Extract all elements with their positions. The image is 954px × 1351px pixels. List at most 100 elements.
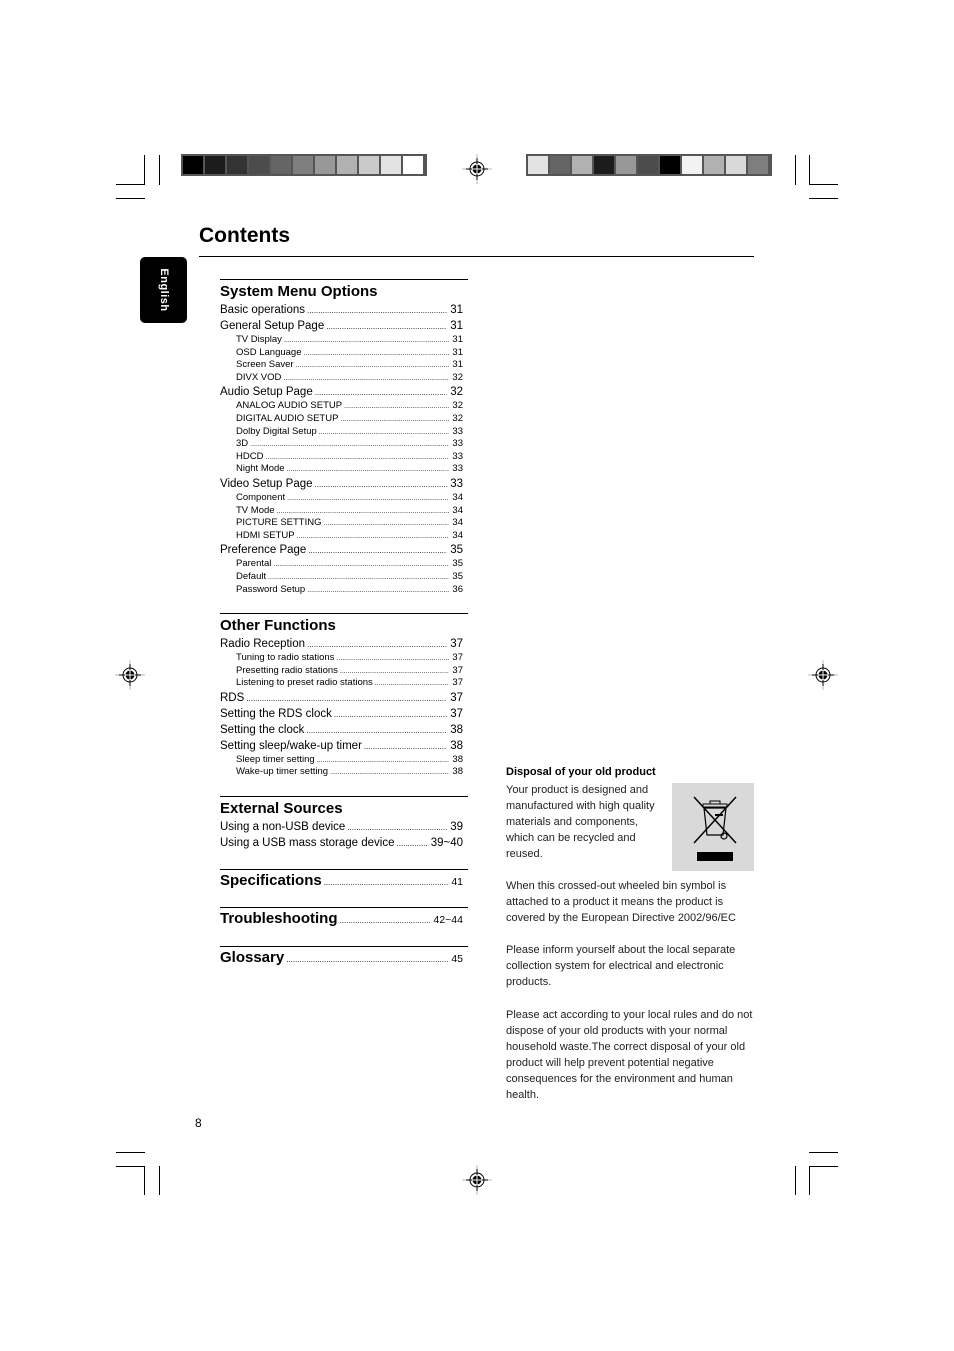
color-swatch xyxy=(315,156,335,174)
registration-mark-icon xyxy=(462,1165,492,1195)
toc-subentry[interactable]: Dolby Digital Setup 33 xyxy=(220,426,468,439)
toc-entry-page: 38 xyxy=(450,739,463,752)
color-swatch xyxy=(704,156,724,174)
toc-entry[interactable]: Preference Page 35 xyxy=(220,542,468,558)
toc-entry[interactable]: Radio Reception 37 xyxy=(220,636,468,652)
toc-entry[interactable]: Using a USB mass storage device 39~40 xyxy=(220,835,468,851)
toc-subentry[interactable]: Night Mode 33 xyxy=(220,463,468,476)
disposal-intro-line: which can be recycled and xyxy=(506,832,636,844)
toc-subentry[interactable]: ANALOG AUDIO SETUP 32 xyxy=(220,400,468,413)
toc-entry-page: 37 xyxy=(450,707,463,720)
toc-section-troubleshooting: Troubleshooting 42~44 xyxy=(220,907,468,930)
color-swatch xyxy=(271,156,291,174)
dot-leader xyxy=(334,707,447,723)
toc-subentry[interactable]: Presetting radio stations 37 xyxy=(220,665,468,678)
toc-entry-page: 33 xyxy=(452,463,463,475)
toc-entry[interactable]: Specifications 41 xyxy=(220,870,468,892)
toc-subentry[interactable]: TV Mode 34 xyxy=(220,505,468,518)
grayscale-colorbar-right xyxy=(526,154,772,176)
toc-entry-page: 34 xyxy=(452,504,463,516)
dot-leader xyxy=(336,653,449,666)
toc-entry-page: 31 xyxy=(450,320,463,332)
section-divider xyxy=(220,796,468,797)
toc-entries: Basic operations31 General Setup Page 31 TV… xyxy=(220,302,468,596)
toc-subentry[interactable]: Screen Saver 31 xyxy=(220,359,468,372)
toc-section-other-functions: Other Functions Radio Reception37Tuning … xyxy=(220,613,468,779)
language-tab-label: English xyxy=(157,268,170,312)
toc-entry-page: 37 xyxy=(450,638,463,650)
toc-entry-page: 33 xyxy=(452,450,463,462)
toc-subentry[interactable]: 3D 33 xyxy=(220,438,468,451)
dot-leader xyxy=(364,739,447,755)
toc-subentry[interactable]: DIVX VOD 32 xyxy=(220,372,468,385)
toc-subentry[interactable]: TV Display 31 xyxy=(220,334,468,347)
dot-leader xyxy=(326,319,447,335)
toc-section-external-sources: External Sources Using a non-USB device 3… xyxy=(220,796,468,851)
toc-entry[interactable]: General Setup Page 31 xyxy=(220,318,468,334)
toc-entry-label: Sleep timer setting xyxy=(236,753,315,765)
toc-entry[interactable]: Video Setup Page 33 xyxy=(220,476,468,492)
toc-entry[interactable]: RDS 37 xyxy=(220,690,468,706)
dot-leader xyxy=(284,335,449,348)
toc-entry-label: TV Display xyxy=(236,334,282,345)
dot-leader xyxy=(315,385,447,401)
toc-entry-label: HDCD xyxy=(236,450,264,462)
color-swatch xyxy=(359,156,379,174)
dot-leader xyxy=(375,678,450,691)
dot-leader xyxy=(306,723,447,739)
toc-entry-label: Video Setup Page xyxy=(220,477,313,490)
page-title: Contents xyxy=(199,224,290,247)
toc-entry[interactable]: Using a non-USB device 39 xyxy=(220,819,468,835)
page-number: 8 xyxy=(195,1116,202,1130)
registration-mark-icon xyxy=(462,154,492,184)
toc-entry-page: 37 xyxy=(452,664,463,676)
toc-subentry[interactable]: HDCD 33 xyxy=(220,451,468,464)
toc-entry-page: 39 xyxy=(450,821,463,833)
toc-entry[interactable]: Setting the RDS clock 37 xyxy=(220,706,468,722)
dot-leader xyxy=(304,348,450,361)
toc-entry-label: General Setup Page xyxy=(220,320,325,332)
toc-entry[interactable]: Basic operations 31 xyxy=(220,302,468,318)
disposal-paragraph-3: Please act according to your local rules… xyxy=(506,1009,753,1101)
toc-entry-label: Basic operations xyxy=(220,304,306,316)
language-tab: English xyxy=(140,257,187,323)
color-swatch xyxy=(227,156,247,174)
toc-subentry[interactable]: Sleep timer setting 38 xyxy=(220,754,468,767)
toc-entry-page: 42~44 xyxy=(433,914,464,926)
toc-entry-label: TV Mode xyxy=(236,504,275,516)
weee-symbol-box xyxy=(672,783,754,871)
toc-entry-label: Setting sleep/wake-up timer xyxy=(220,739,362,752)
toc-entry[interactable]: Setting sleep/wake-up timer 38 xyxy=(220,738,468,754)
toc-entry-label: Tuning to radio stations xyxy=(236,652,335,663)
toc-subentry[interactable]: DIGITAL AUDIO SETUP 32 xyxy=(220,413,468,426)
toc-subentry[interactable]: Default 35 xyxy=(220,571,468,584)
toc-subentry[interactable]: Listening to preset radio stations 37 xyxy=(220,677,468,690)
toc-entry-label: Preference Page xyxy=(220,544,307,557)
dot-leader xyxy=(296,360,450,373)
toc-subentry[interactable]: Wake-up timer setting 38 xyxy=(220,766,468,779)
toc-subentry[interactable]: Tuning to radio stations 37 xyxy=(220,652,468,665)
toc-subentry[interactable]: HDMI SETUP 34 xyxy=(220,530,468,543)
toc-entry[interactable]: Setting the clock 38 xyxy=(220,722,468,738)
title-divider xyxy=(199,256,754,257)
toc-entry-page: 36 xyxy=(452,583,463,595)
toc-subentry[interactable]: Component 34 xyxy=(220,492,468,505)
dot-leader xyxy=(297,531,450,544)
toc-entry-page: 37 xyxy=(452,652,463,663)
toc-entry-page: 35 xyxy=(452,570,463,582)
toc-entry[interactable]: Glossary 45 xyxy=(220,947,468,969)
toc-subentry[interactable]: Parental 35 xyxy=(220,558,468,571)
toc-subentry[interactable]: Password Setup 36 xyxy=(220,584,468,597)
toc-entry-label: Using a non-USB device xyxy=(220,821,346,833)
dot-leader xyxy=(307,585,449,598)
toc-subentry[interactable]: PICTURE SETTING 34 xyxy=(220,517,468,530)
toc-entry-label: ANALOG AUDIO SETUP xyxy=(236,400,343,412)
toc-entries: Radio Reception37Tuning to radio station… xyxy=(220,636,468,779)
toc-entry-label: HDMI SETUP xyxy=(236,529,295,541)
dot-leader xyxy=(340,910,431,932)
toc-subentry[interactable]: OSD Language 31 xyxy=(220,347,468,360)
toc-entry[interactable]: Audio Setup Page 32 xyxy=(220,384,468,400)
toc-entry-label: Presetting radio stations xyxy=(236,664,338,676)
toc-entry[interactable]: Troubleshooting 42~44 xyxy=(220,908,468,930)
toc-entry-label: Audio Setup Page xyxy=(220,386,313,399)
